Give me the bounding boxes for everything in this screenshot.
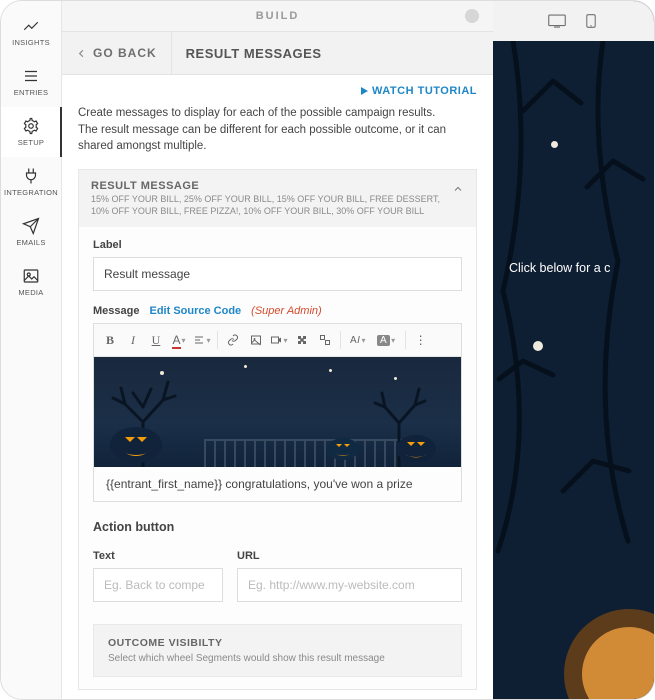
content-scroll[interactable]: WATCH TUTORIAL Create messages to displa…: [62, 75, 493, 699]
editor-canvas[interactable]: [94, 357, 461, 467]
pumpkin-graphic: [108, 419, 164, 463]
watch-tutorial-link[interactable]: WATCH TUTORIAL: [361, 85, 477, 97]
sidenav-label: ENTRIES: [14, 88, 49, 97]
align-button[interactable]: ▾: [192, 330, 212, 350]
main-panel: BUILD GO BACK RESULT MESSAGES WATCH TUTO…: [62, 1, 493, 699]
label-input[interactable]: [93, 257, 462, 291]
mobile-icon[interactable]: [582, 14, 600, 28]
preview-canvas: Click below for a c: [493, 41, 654, 699]
image-icon: [22, 267, 40, 285]
intro-text: Create messages to display for each of t…: [78, 105, 477, 155]
image-button[interactable]: [246, 330, 266, 350]
image-icon: [250, 334, 262, 346]
sidenav-label: MEDIA: [18, 288, 43, 297]
page-header: GO BACK RESULT MESSAGES: [62, 31, 493, 75]
sidenav-item-insights[interactable]: INSIGHTS: [1, 7, 61, 57]
sidenav-item-media[interactable]: MEDIA: [1, 257, 61, 307]
go-back-label: GO BACK: [93, 46, 157, 60]
sidenav-item-integration[interactable]: INTEGRATION: [1, 157, 61, 207]
plug-icon: [22, 167, 40, 185]
font-family-button[interactable]: AI▾: [346, 330, 370, 350]
action-section-title: Action button: [93, 520, 462, 534]
collapse-caret[interactable]: [452, 182, 464, 200]
desktop-icon[interactable]: [548, 14, 566, 28]
expand-icon: [319, 334, 331, 346]
device-switcher: [493, 1, 654, 41]
super-admin-tag: (Super Admin): [251, 305, 322, 317]
expand-button[interactable]: [315, 330, 335, 350]
build-bar: BUILD: [62, 1, 493, 31]
message-label: Message: [93, 305, 139, 317]
panel-header[interactable]: RESULT MESSAGE 15% OFF YOUR BILL, 25% OF…: [79, 170, 476, 227]
italic-button[interactable]: I: [123, 330, 143, 350]
watch-tutorial-row: WATCH TUTORIAL: [78, 85, 477, 97]
outcome-subtitle: Select which wheel Segments would show t…: [108, 653, 447, 664]
sidenav-item-emails[interactable]: EMAILS: [1, 207, 61, 257]
sidenav-label: INTEGRATION: [4, 188, 58, 197]
pumpkin-graphic: [326, 433, 360, 461]
video-icon: [270, 334, 282, 346]
link-icon: [227, 334, 239, 346]
puzzle-icon: [296, 334, 308, 346]
sidenav-item-setup[interactable]: SETUP: [1, 107, 61, 157]
gear-icon: [22, 117, 40, 135]
sidenav-label: SETUP: [18, 138, 45, 147]
chevron-up-icon: [452, 183, 464, 195]
panel-title: RESULT MESSAGE: [91, 180, 464, 192]
sidenav-label: INSIGHTS: [12, 38, 50, 47]
background-color-button[interactable]: A▾: [373, 330, 400, 350]
underline-button[interactable]: U: [146, 330, 166, 350]
chevron-left-icon: [76, 48, 87, 59]
side-nav: INSIGHTS ENTRIES SETUP INTEGRATION EMAIL…: [1, 1, 62, 699]
preview-pane: Click below for a c: [493, 1, 654, 699]
panel-body: Label Message Edit Source Code (Super Ad…: [79, 227, 476, 689]
page-title: RESULT MESSAGES: [171, 32, 336, 74]
go-back-button[interactable]: GO BACK: [62, 32, 171, 74]
paper-plane-icon: [22, 217, 40, 235]
plugin-button[interactable]: [292, 330, 312, 350]
build-title: BUILD: [256, 10, 300, 22]
video-button[interactable]: ▾: [269, 330, 289, 350]
result-message-panel: RESULT MESSAGE 15% OFF YOUR BILL, 25% OF…: [78, 169, 477, 690]
action-text-input[interactable]: [93, 568, 223, 602]
more-button[interactable]: ⋮: [411, 330, 431, 350]
editor-toolbar: B I U A▾ ▾ ▾ AI▾: [94, 324, 461, 357]
rich-text-editor: B I U A▾ ▾ ▾ AI▾: [93, 323, 462, 502]
sidenav-item-entries[interactable]: ENTRIES: [1, 57, 61, 107]
chart-line-icon: [22, 17, 40, 35]
outcome-title: OUTCOME VISIBILTY: [108, 637, 447, 649]
preview-overlay-text: Click below for a c: [509, 261, 654, 275]
edit-source-link[interactable]: Edit Source Code: [149, 305, 241, 317]
align-icon: [193, 334, 205, 346]
pumpkin-graphic: [394, 427, 438, 463]
sidenav-label: EMAILS: [16, 238, 45, 247]
label-field-label: Label: [93, 239, 462, 251]
action-url-label: URL: [237, 550, 462, 562]
collapse-button[interactable]: [465, 9, 479, 23]
panel-subtitle: 15% OFF YOUR BILL, 25% OFF YOUR BILL, 15…: [91, 194, 451, 217]
outcome-visibility: OUTCOME VISIBILTY Select which wheel Seg…: [93, 624, 462, 677]
list-icon: [22, 67, 40, 85]
link-button[interactable]: [223, 330, 243, 350]
font-color-button[interactable]: A▾: [169, 330, 189, 350]
message-text[interactable]: {{entrant_first_name}} congratulations, …: [94, 467, 461, 501]
action-text-label: Text: [93, 550, 223, 562]
action-url-input[interactable]: [237, 568, 462, 602]
bold-button[interactable]: B: [100, 330, 120, 350]
